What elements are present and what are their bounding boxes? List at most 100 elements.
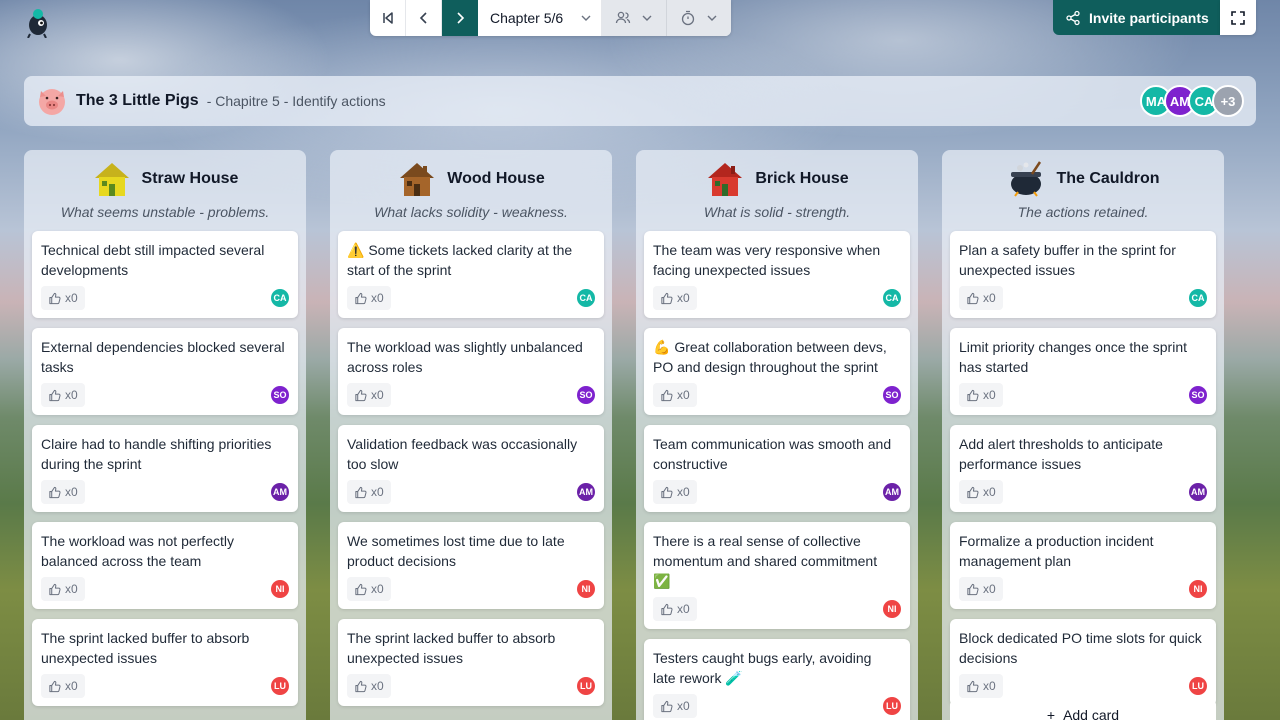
next-chapter-button[interactable] — [442, 0, 478, 36]
card-text: External dependencies blocked several ta… — [41, 339, 285, 375]
author-badge: LU — [271, 677, 289, 695]
like-count: x0 — [65, 291, 78, 305]
like-button[interactable]: x0 — [347, 480, 391, 504]
retro-card[interactable]: There is a real sense of collective mome… — [644, 522, 910, 629]
retro-card[interactable]: We sometimes lost time due to late produ… — [338, 522, 604, 609]
pig-icon — [39, 89, 65, 115]
author-badge: LU — [1189, 677, 1207, 695]
retro-card[interactable]: The sprint lacked buffer to absorb unexp… — [338, 619, 604, 706]
avatar[interactable]: +3 — [1212, 85, 1244, 117]
retro-card[interactable]: Plan a safety buffer in the sprint for u… — [950, 231, 1216, 318]
like-button[interactable]: x0 — [347, 577, 391, 601]
retro-card[interactable]: The sprint lacked buffer to absorb unexp… — [32, 619, 298, 706]
card-footer: x0 SO — [959, 383, 1207, 407]
fullscreen-icon — [1231, 10, 1245, 25]
chevron-left-icon — [419, 12, 427, 24]
first-chapter-button[interactable] — [370, 0, 406, 36]
retro-card[interactable]: Validation feedback was occasionally too… — [338, 425, 604, 512]
straw-house-icon — [94, 163, 129, 196]
like-button[interactable]: x0 — [41, 383, 85, 407]
like-button[interactable]: x0 — [653, 694, 697, 718]
card-footer: x0 NI — [41, 577, 289, 601]
brick-house-icon — [708, 163, 743, 196]
participants-dropdown[interactable] — [602, 0, 666, 36]
invite-participants-button[interactable]: Invite participants — [1053, 0, 1220, 35]
like-count: x0 — [371, 388, 384, 402]
participant-avatars[interactable]: MA AM CA +3 — [1140, 85, 1244, 117]
card-text: Plan a safety buffer in the sprint for u… — [959, 242, 1176, 278]
card-footer: x0 NI — [653, 597, 901, 621]
author-badge: SO — [577, 386, 595, 404]
retro-card[interactable]: Technical debt still impacted several de… — [32, 231, 298, 318]
retro-card[interactable]: Testers caught bugs early, avoiding late… — [644, 639, 910, 720]
like-button[interactable]: x0 — [959, 674, 1003, 698]
retro-card[interactable]: The team was very responsive when facing… — [644, 231, 910, 318]
like-button[interactable]: x0 — [347, 674, 391, 698]
card-footer: x0 AM — [959, 480, 1207, 504]
like-button[interactable]: x0 — [653, 597, 697, 621]
like-count: x0 — [983, 582, 996, 596]
author-badge: AM — [1189, 483, 1207, 501]
thumbs-up-icon — [661, 603, 673, 615]
like-button[interactable]: x0 — [959, 577, 1003, 601]
card-text: Technical debt still impacted several de… — [41, 242, 265, 278]
author-badge: AM — [271, 483, 289, 501]
like-button[interactable]: x0 — [653, 286, 697, 310]
author-badge: AM — [883, 483, 901, 501]
retro-card[interactable]: External dependencies blocked several ta… — [32, 328, 298, 415]
thumbs-up-icon — [355, 389, 367, 401]
retro-card[interactable]: Formalize a production incident manageme… — [950, 522, 1216, 609]
chevron-down-icon — [581, 15, 591, 21]
timer-dropdown[interactable] — [666, 0, 731, 36]
author-badge: SO — [1189, 386, 1207, 404]
retro-card[interactable]: 💪 Great collaboration between devs, PO a… — [644, 328, 910, 415]
app-logo-icon[interactable] — [24, 8, 52, 38]
like-count: x0 — [371, 485, 384, 499]
like-button[interactable]: x0 — [41, 674, 85, 698]
like-button[interactable]: x0 — [653, 480, 697, 504]
column-subtitle: What is solid - strength. — [703, 204, 851, 220]
add-card-button[interactable]: + Add card — [950, 699, 1216, 720]
like-button[interactable]: x0 — [347, 383, 391, 407]
retro-card[interactable]: ⚠️ Some tickets lacked clarity at the st… — [338, 231, 604, 318]
like-button[interactable]: x0 — [959, 286, 1003, 310]
card-text: Validation feedback was occasionally too… — [347, 436, 578, 472]
card-text: Add alert thresholds to anticipate perfo… — [959, 436, 1163, 472]
card-footer: x0 LU — [959, 674, 1207, 698]
card-footer: x0 NI — [959, 577, 1207, 601]
like-button[interactable]: x0 — [41, 480, 85, 504]
retro-card[interactable]: Add alert thresholds to anticipate perfo… — [950, 425, 1216, 512]
author-badge: CA — [271, 289, 289, 307]
chapter-select[interactable]: Chapter 5/6 — [478, 0, 602, 36]
card-footer: x0 CA — [347, 286, 595, 310]
like-button[interactable]: x0 — [41, 286, 85, 310]
previous-chapter-button[interactable] — [406, 0, 442, 36]
like-button[interactable]: x0 — [41, 577, 85, 601]
card-text: There is a real sense of collective mome… — [653, 533, 878, 589]
fullscreen-button[interactable] — [1220, 0, 1256, 35]
card-footer: x0 SO — [653, 383, 901, 407]
card-text: We sometimes lost time due to late produ… — [347, 533, 565, 569]
like-button[interactable]: x0 — [653, 383, 697, 407]
retro-card[interactable]: The workload was not perfectly balanced … — [32, 522, 298, 609]
like-button[interactable]: x0 — [959, 480, 1003, 504]
thumbs-up-icon — [49, 486, 61, 498]
like-button[interactable]: x0 — [959, 383, 1003, 407]
like-count: x0 — [677, 602, 690, 616]
like-count: x0 — [983, 679, 996, 693]
card-text: Block dedicated PO time slots for quick … — [959, 630, 1202, 666]
author-badge: NI — [577, 580, 595, 598]
card-text: ⚠️ Some tickets lacked clarity at the st… — [347, 242, 573, 278]
retro-card[interactable]: The workload was slightly unbalanced acr… — [338, 328, 604, 415]
retro-card[interactable]: Limit priority changes once the sprint h… — [950, 328, 1216, 415]
like-button[interactable]: x0 — [347, 286, 391, 310]
retro-card[interactable]: Block dedicated PO time slots for quick … — [950, 619, 1216, 706]
retro-card[interactable]: Team communication was smooth and constr… — [644, 425, 910, 512]
column-the-cauldron: The Cauldron The actions retained. Plan … — [942, 150, 1224, 720]
author-badge: CA — [883, 289, 901, 307]
wood-house-icon — [400, 163, 435, 196]
card-footer: x0 LU — [41, 674, 289, 698]
like-count: x0 — [983, 291, 996, 305]
like-count: x0 — [983, 388, 996, 402]
retro-card[interactable]: Claire had to handle shifting priorities… — [32, 425, 298, 512]
